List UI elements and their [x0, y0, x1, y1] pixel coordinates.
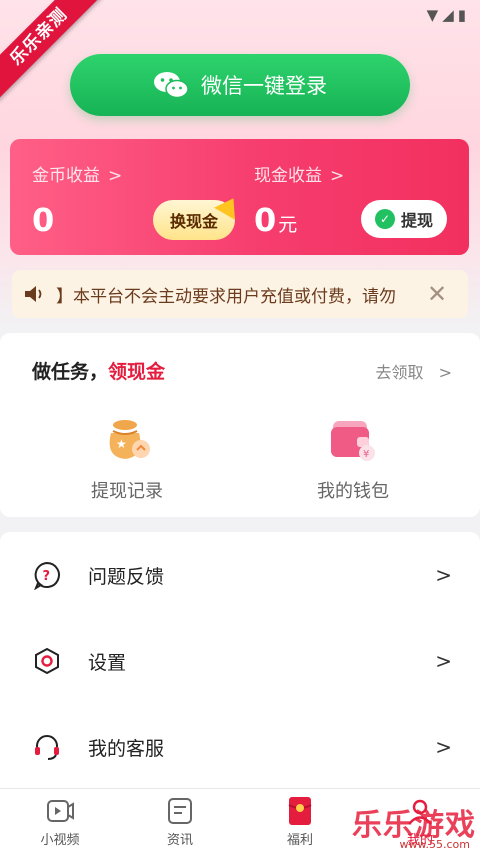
cash-earnings-label: 现金收益 [254, 166, 322, 186]
chevron-right-icon: > [435, 735, 452, 759]
task-title: 做任务，领现金 [32, 357, 165, 384]
earnings-card: 金币收益 > 0 换现金 现金收益 > 0元 ✓ 提现 [10, 139, 469, 255]
wifi-icon: ▼ [426, 6, 443, 24]
svg-text:¥: ¥ [363, 449, 369, 460]
tab-welfare[interactable]: 福利 [240, 789, 360, 854]
withdraw-label: 提现 [400, 211, 433, 230]
cash-earnings-link[interactable]: 现金收益 > [254, 161, 344, 186]
chevron-right-icon: > [435, 649, 452, 673]
video-icon [47, 800, 74, 822]
tab-news[interactable]: 资讯 [120, 789, 240, 854]
tab-label-short-video: 小视频 [40, 833, 80, 848]
wallet-icon: ¥ [331, 421, 375, 461]
tab-label-news: 资讯 [166, 833, 193, 848]
task-title-prefix: 做任务， [32, 361, 109, 383]
battery-icon: ▮ [457, 6, 470, 24]
task-title-highlight: 领现金 [108, 361, 166, 383]
cash-unit: 元 [278, 214, 298, 236]
withdraw-button[interactable]: ✓ 提现 [361, 200, 447, 238]
my-wallet-label: 我的钱包 [317, 481, 389, 502]
chevron-right-icon: > [438, 363, 452, 382]
task-claim-link[interactable]: 去领取 > [375, 359, 452, 383]
notice-bar: 】本平台不会主动要求用户充值或付费，请勿 ✕ [12, 270, 468, 318]
cash-earnings-value: 0元 [254, 201, 297, 239]
coin-earnings-label: 金币收益 [32, 166, 100, 186]
settings-menu: ? 问题反馈 > 设置 > 我的客服 > [0, 532, 480, 788]
money-bag-icon: ★ [109, 420, 150, 459]
coin-earnings-value: 0 [32, 201, 55, 239]
tab-short-video[interactable]: 小视频 [0, 789, 120, 854]
wechat-icon [154, 72, 189, 99]
notice-text: 】本平台不会主动要求用户充值或付费，请勿 [56, 286, 396, 307]
feedback-icon: ? [34, 561, 60, 590]
tab-label-welfare: 福利 [286, 833, 313, 848]
headset-icon [35, 735, 59, 760]
task-claim-label: 去领取 [375, 363, 424, 382]
wechat-login-label: 微信一键登录 [201, 74, 327, 98]
close-icon[interactable]: ✕ [427, 280, 447, 308]
red-envelope-icon [288, 797, 312, 825]
menu-item-feedback[interactable]: ? 问题反馈 > [0, 532, 480, 618]
news-icon [168, 798, 192, 824]
watermark-url: www.55.com [399, 838, 470, 851]
wechat-login-button[interactable]: 微信一键登录 [70, 54, 410, 116]
chevron-right-icon: > [108, 166, 123, 186]
withdraw-records-label: 提现记录 [91, 481, 163, 502]
coin-earnings-link[interactable]: 金币收益 > [32, 161, 122, 186]
my-wallet-item[interactable]: ¥ 我的钱包 [273, 413, 433, 503]
settings-icon [35, 647, 59, 675]
signal-icon: ◢ [442, 6, 458, 24]
menu-label-feedback: 问题反馈 [88, 565, 165, 588]
svg-text:★: ★ [116, 437, 127, 451]
status-bar: ▼◢▮ [427, 6, 470, 24]
menu-label-settings: 设置 [88, 651, 127, 674]
speaker-icon [25, 286, 42, 302]
withdraw-records-item[interactable]: ★ 提现记录 [47, 413, 207, 503]
menu-label-customer-service: 我的客服 [88, 737, 165, 760]
task-card: 做任务，领现金 去领取 > ★ 提现记录 ¥ 我的钱包 [0, 333, 480, 517]
menu-item-customer-service[interactable]: 我的客服 > [0, 704, 480, 790]
svg-text:?: ? [43, 569, 51, 584]
chevron-right-icon: > [330, 166, 345, 186]
chevron-right-icon: > [435, 563, 452, 587]
cash-value: 0 [254, 201, 277, 239]
wechat-pay-icon: ✓ [374, 209, 395, 229]
exchange-cash-label: 换现金 [169, 212, 218, 231]
menu-item-settings[interactable]: 设置 > [0, 618, 480, 704]
